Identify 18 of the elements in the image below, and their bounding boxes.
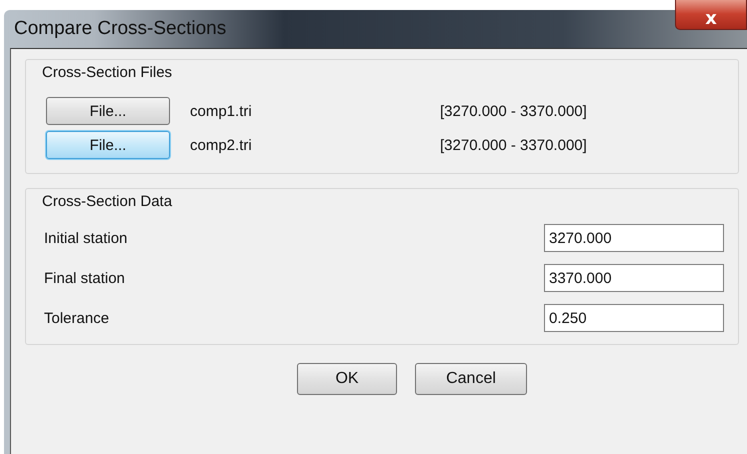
field-label: Final station bbox=[44, 270, 125, 286]
station-range: [3270.000 - 3370.000] bbox=[440, 102, 587, 120]
close-button[interactable]: x bbox=[675, 0, 747, 30]
file-button[interactable]: File... bbox=[46, 131, 170, 159]
field-label: Tolerance bbox=[44, 310, 110, 326]
cancel-button[interactable]: Cancel bbox=[415, 363, 527, 395]
window-title: Compare Cross-Sections bbox=[14, 18, 226, 40]
input-field[interactable]: 3370.000 bbox=[544, 264, 724, 292]
input-field[interactable]: 3270.000 bbox=[544, 224, 724, 252]
file-name: comp2.tri bbox=[190, 136, 253, 154]
input-field[interactable]: 0.250 bbox=[544, 304, 724, 332]
file-name: comp1.tri bbox=[190, 102, 253, 120]
group-title: Cross-Section Data bbox=[41, 192, 174, 210]
group-title: Cross-Section Files bbox=[41, 63, 174, 81]
station-range: [3270.000 - 3370.000] bbox=[440, 136, 587, 154]
ok-button[interactable]: OK bbox=[297, 363, 397, 395]
field-label: Initial station bbox=[44, 230, 128, 246]
file-button[interactable]: File... bbox=[46, 97, 170, 125]
